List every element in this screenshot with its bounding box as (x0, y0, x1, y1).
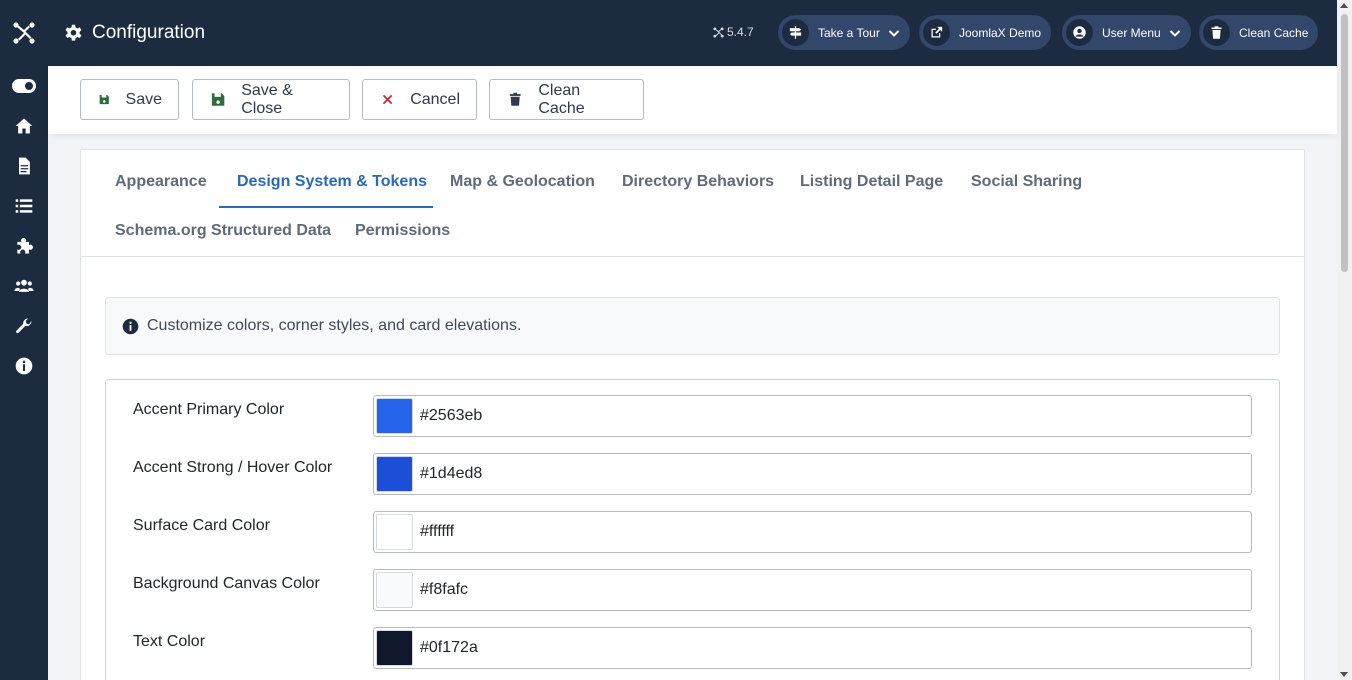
page-title-text: Configuration (92, 22, 206, 43)
close-icon (382, 94, 393, 105)
info-icon (122, 318, 139, 334)
tab-bar: Appearance Design System & Tokens Map & … (81, 150, 1304, 257)
joomla-small-icon (713, 26, 724, 38)
version-badge: 5.4.7 (713, 25, 754, 39)
field-row: Background Canvas Color #f8fafc (106, 569, 1279, 611)
color-input[interactable]: #0f172a (373, 627, 1252, 669)
color-input[interactable]: #ffffff (373, 511, 1252, 553)
save-label: Save (125, 90, 162, 108)
chevron-down-icon (888, 29, 900, 37)
color-value[interactable]: #f8fafc (420, 581, 468, 599)
toolbar: Save Save & Close Cancel Clean Cache (48, 66, 1337, 134)
field-row: Surface Card Color #ffffff (106, 511, 1279, 553)
user-menu-label: User Menu (1102, 25, 1161, 40)
color-swatch[interactable] (376, 398, 413, 434)
cancel-button[interactable]: Cancel (362, 79, 477, 120)
color-input[interactable]: #1d4ed8 (373, 453, 1252, 495)
save-icon (99, 94, 109, 105)
list-icon[interactable] (0, 186, 48, 226)
signpost-icon (782, 19, 809, 46)
color-value[interactable]: #2563eb (420, 407, 482, 425)
home-icon[interactable] (0, 106, 48, 146)
wrench-icon[interactable] (0, 306, 48, 346)
user-menu-button[interactable]: User Menu (1062, 15, 1191, 50)
color-input[interactable]: #2563eb (373, 395, 1252, 437)
field-label: Accent Strong / Hover Color (133, 459, 333, 476)
tab-social-sharing[interactable]: Social Sharing (971, 173, 1082, 191)
save-button[interactable]: Save (80, 79, 179, 120)
trash-icon (509, 92, 521, 106)
chevron-down-icon (1169, 29, 1180, 37)
field-label: Background Canvas Color (133, 575, 320, 592)
tab-map-geolocation[interactable]: Map & Geolocation (450, 173, 595, 191)
color-swatch[interactable] (376, 572, 413, 608)
joomla-logo-icon[interactable] (0, 0, 48, 66)
field-row: Accent Strong / Hover Color #1d4ed8 (106, 453, 1279, 495)
top-header: Configuration 5.4.7 Take a Tour JoomlaX … (48, 0, 1337, 66)
sidebar (0, 0, 48, 680)
color-fieldset: Accent Primary Color #2563eb Accent Stro… (105, 379, 1280, 680)
user-circle-icon (1066, 19, 1093, 46)
page-title: Configuration (64, 22, 205, 44)
tab-directory-behaviors[interactable]: Directory Behaviors (622, 173, 774, 191)
take-a-tour-button[interactable]: Take a Tour (778, 15, 910, 50)
tab-listing-detail-page[interactable]: Listing Detail Page (800, 173, 943, 191)
save-close-button[interactable]: Save & Close (192, 79, 350, 120)
cancel-label: Cancel (410, 90, 460, 108)
trash-icon (1203, 19, 1230, 46)
clean-cache-label: Clean Cache (538, 81, 585, 117)
color-swatch[interactable] (376, 456, 413, 492)
joomlax-demo-button[interactable]: JoomlaX Demo (919, 15, 1052, 50)
header-clean-cache-button[interactable]: Clean Cache (1199, 15, 1319, 50)
info-icon[interactable] (0, 346, 48, 386)
color-input[interactable]: #f8fafc (373, 569, 1252, 611)
document-icon[interactable] (0, 146, 48, 186)
tab-design-system-tokens[interactable]: Design System & Tokens (237, 173, 427, 191)
tab-schema-structured-data[interactable]: Schema.org Structured Data (115, 222, 331, 240)
color-value[interactable]: #ffffff (420, 523, 454, 541)
take-a-tour-label: Take a Tour (818, 25, 880, 40)
toggle-menu-icon[interactable] (0, 66, 48, 106)
users-icon[interactable] (0, 266, 48, 306)
scroll-down-arrow-icon[interactable] (1340, 672, 1348, 677)
scroll-thumb[interactable] (1341, 14, 1348, 272)
gear-icon (65, 24, 82, 41)
version-text: 5.4.7 (727, 25, 754, 39)
color-value[interactable]: #0f172a (420, 639, 478, 657)
field-label: Accent Primary Color (133, 401, 285, 418)
puzzle-icon[interactable] (0, 226, 48, 266)
color-swatch[interactable] (376, 514, 413, 550)
info-alert: Customize colors, corner styles, and car… (105, 297, 1280, 355)
config-card: Appearance Design System & Tokens Map & … (80, 149, 1305, 680)
scroll-up-arrow-icon[interactable] (1340, 3, 1348, 8)
tab-permissions[interactable]: Permissions (355, 222, 450, 240)
color-swatch[interactable] (376, 630, 413, 666)
info-alert-text: Customize colors, corner styles, and car… (147, 317, 522, 334)
tab-appearance[interactable]: Appearance (115, 173, 207, 191)
joomlax-demo-label: JoomlaX Demo (959, 25, 1042, 40)
clean-cache-button[interactable]: Clean Cache (489, 79, 644, 120)
field-row: Accent Primary Color #2563eb (106, 395, 1279, 437)
header-clean-cache-label: Clean Cache (1239, 25, 1309, 40)
field-row: Text Color #0f172a (106, 627, 1279, 669)
external-link-icon (923, 19, 950, 46)
field-label: Surface Card Color (133, 517, 270, 534)
active-tab-indicator (219, 206, 433, 208)
save-close-label: Save & Close (241, 81, 293, 117)
page-scrollbar[interactable] (1337, 0, 1352, 680)
color-value[interactable]: #1d4ed8 (420, 465, 482, 483)
field-label: Text Color (133, 633, 206, 650)
save-icon (211, 93, 225, 106)
